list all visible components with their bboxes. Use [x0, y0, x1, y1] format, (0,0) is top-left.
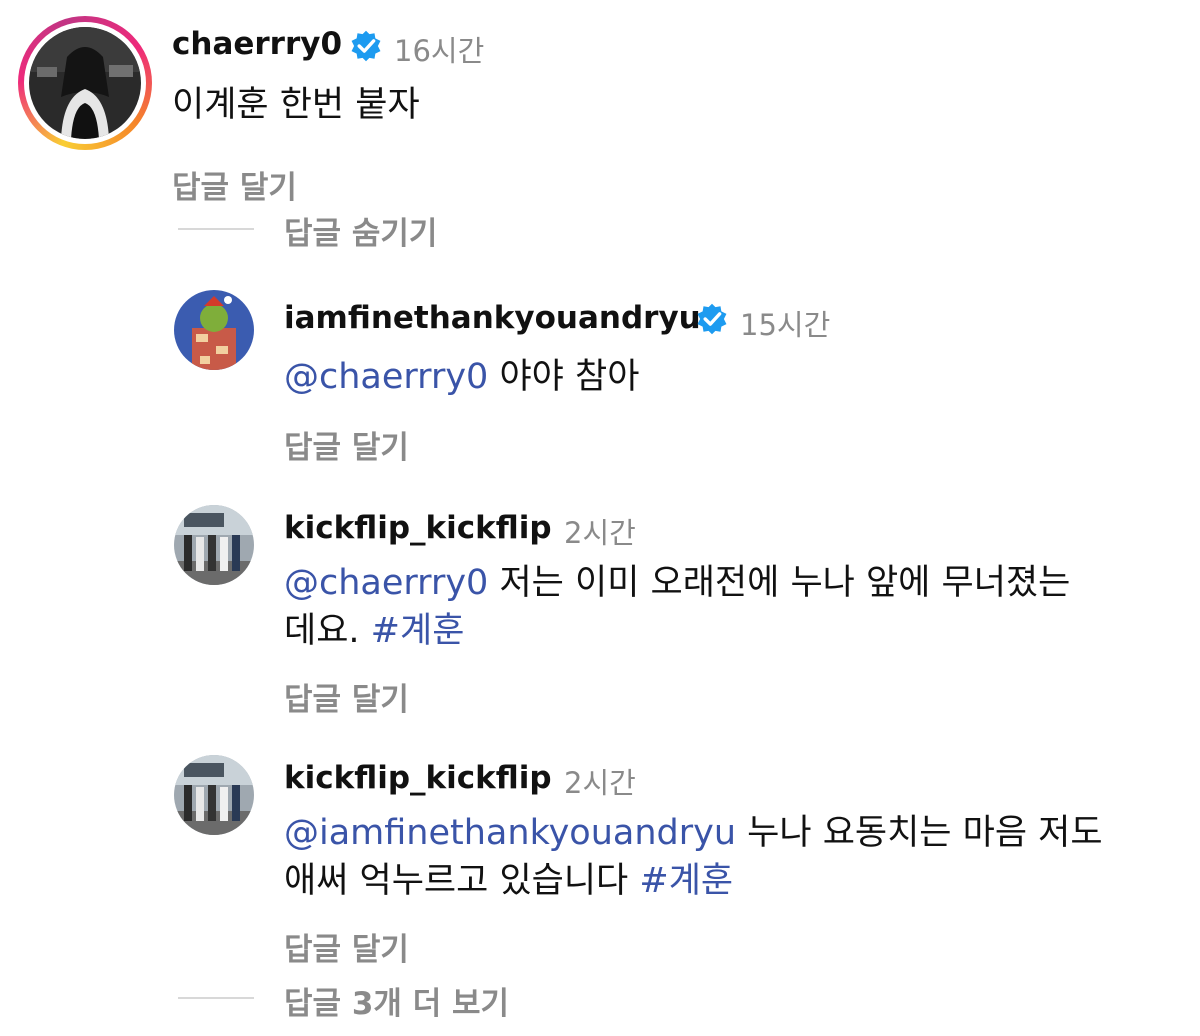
comment-body: 야야 참아	[499, 357, 640, 397]
comment-timestamp: 2시간	[564, 516, 636, 550]
avatar[interactable]	[174, 290, 254, 370]
comment-username[interactable]: chaerrry0	[172, 26, 342, 62]
comment-text: @chaerrry0 야야 참아	[284, 352, 639, 402]
comment-body: 데요.	[284, 611, 360, 651]
reply-button[interactable]: 답글 달기	[284, 422, 409, 467]
comment-text-line2: 데요. #계훈	[284, 606, 464, 656]
hashtag-link[interactable]: #계훈	[371, 611, 465, 651]
verified-badge-icon	[697, 303, 727, 335]
hashtag-link[interactable]: #계훈	[639, 861, 733, 901]
comment-timestamp: 2시간	[564, 766, 636, 800]
comment-timestamp: 16시간	[394, 34, 485, 68]
main-comment: chaerrry0 16시간 이계훈 한번 붙자 답글 달기 답글 숨기기	[0, 0, 1200, 252]
avatar-image	[174, 290, 254, 370]
reply-button[interactable]: 답글 달기	[284, 674, 409, 719]
comment-text: @iamfinethankyouandryu 누나 요동치는 마음 저도	[284, 808, 1103, 858]
comment-username[interactable]: kickflip_kickflip	[284, 510, 552, 546]
comment-body: 애써 억누르고 있습니다	[284, 861, 629, 901]
avatar-image	[174, 755, 254, 835]
comment-username[interactable]: iamfinethankyouandryu	[284, 300, 701, 336]
comment-text-line2: 애써 억누르고 있습니다 #계훈	[284, 856, 733, 906]
comment-body: 누나 요동치는 마음 저도	[747, 813, 1103, 853]
comment-timestamp: 15시간	[740, 308, 831, 342]
reply-button[interactable]: 답글 달기	[172, 162, 297, 207]
mention-link[interactable]: @iamfinethankyouandryu	[284, 813, 736, 853]
divider-line	[178, 997, 254, 999]
avatar-image	[174, 505, 254, 585]
divider-line	[178, 228, 254, 230]
avatar[interactable]	[29, 27, 141, 139]
avatar[interactable]	[174, 755, 254, 835]
view-more-replies-button[interactable]: 답글 3개 더 보기	[284, 978, 509, 1023]
comment-text: @chaerrry0 저는 이미 오래전에 누나 앞에 무너졌는	[284, 558, 1070, 608]
reply-button[interactable]: 답글 달기	[284, 924, 409, 969]
hide-replies-button[interactable]: 답글 숨기기	[284, 208, 437, 253]
mention-link[interactable]: @chaerrry0	[284, 563, 488, 603]
verified-badge-icon	[351, 30, 381, 62]
avatar-ring-gap	[24, 22, 146, 144]
comment-username[interactable]: kickflip_kickflip	[284, 760, 552, 796]
avatar[interactable]	[174, 505, 254, 585]
story-ring[interactable]	[18, 16, 152, 150]
comment-text: 이계훈 한번 붙자	[172, 85, 420, 125]
mention-link[interactable]: @chaerrry0	[284, 357, 488, 397]
avatar-image	[29, 27, 141, 139]
comment-body: 저는 이미 오래전에 누나 앞에 무너졌는	[499, 563, 1071, 603]
